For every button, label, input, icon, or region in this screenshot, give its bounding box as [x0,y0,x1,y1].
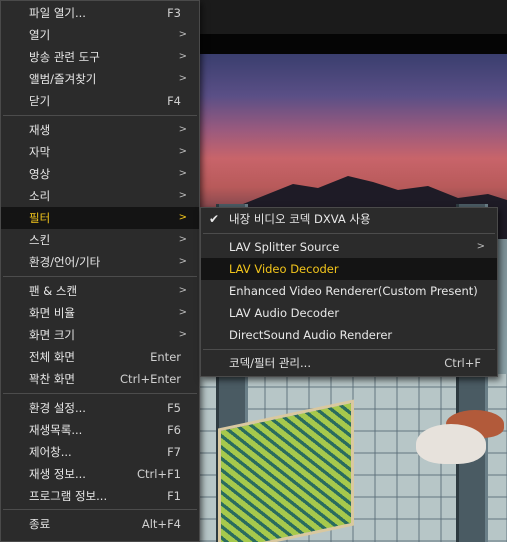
menu-item-audio[interactable]: 소리 > [1,185,199,207]
submenu-arrow-icon: > [178,51,187,62]
menu-item-label: 재생목록... [29,423,83,437]
menu-item-open[interactable]: 열기 > [1,24,199,46]
menu-item-label: 자막 [29,145,51,159]
menu-item-aspect-ratio[interactable]: 화면 비율 > [1,302,199,324]
menu-item-label: 앨범/즐겨찾기 [29,72,97,86]
submenu-item-lav-splitter[interactable]: LAV Splitter Source > [201,236,497,258]
submenu-arrow-icon: > [178,29,187,40]
submenu-arrow-icon: > [178,256,187,267]
checkmark-icon: ✔ [209,212,220,226]
menu-item-fullscreen[interactable]: 전체 화면 Enter [1,346,199,368]
menu-item-shortcut: F1 [167,489,181,503]
context-menu: 파일 열기... F3 열기 > 방송 관련 도구 > 앨범/즐겨찾기 > 닫기… [0,0,200,542]
menu-item-subtitles[interactable]: 자막 > [1,141,199,163]
menu-item-label: 스킨 [29,233,51,247]
submenu-arrow-icon: > [178,285,187,296]
menu-item-pan-scan[interactable]: 팬 & 스캔 > [1,280,199,302]
menu-separator [3,276,197,277]
submenu-arrow-icon: > [178,234,187,245]
submenu-arrow-icon: > [178,329,187,340]
menu-item-broadcast-tools[interactable]: 방송 관련 도구 > [1,46,199,68]
menu-item-shortcut: F4 [167,94,181,108]
menu-item-playback[interactable]: 재생 > [1,119,199,141]
submenu-item-dxva[interactable]: ✔ 내장 비디오 코덱 DXVA 사용 [201,208,497,230]
menu-item-shortcut: F7 [167,445,181,459]
menu-item-open-file[interactable]: 파일 열기... F3 [1,2,199,24]
menu-item-album-favorites[interactable]: 앨범/즐겨찾기 > [1,68,199,90]
menu-item-label: 파일 열기... [29,6,86,20]
menu-item-env-language[interactable]: 환경/언어/기타 > [1,251,199,273]
menu-item-label: 프로그램 정보... [29,489,108,503]
menu-item-label: 열기 [29,28,51,42]
menu-item-label: LAV Video Decoder [229,262,339,276]
filter-submenu: ✔ 내장 비디오 코덱 DXVA 사용 LAV Splitter Source … [200,207,498,377]
submenu-arrow-icon: > [178,146,187,157]
menu-item-exit[interactable]: 종료 Alt+F4 [1,513,199,535]
submenu-item-directsound[interactable]: DirectSound Audio Renderer [201,324,497,346]
menu-item-control-panel[interactable]: 제어창... F7 [1,441,199,463]
menu-item-shortcut: Ctrl+Enter [120,372,181,386]
menu-item-label: 화면 비율 [29,306,75,320]
menu-item-label: 화면 크기 [29,328,75,342]
submenu-arrow-icon: > [178,124,187,135]
menu-item-label: 영상 [29,167,51,181]
menu-item-playback-info[interactable]: 재생 정보... Ctrl+F1 [1,463,199,485]
menu-item-label: 방송 관련 도구 [29,50,100,64]
menu-item-label: 코덱/필터 관리... [229,356,311,370]
menu-item-shortcut: Enter [150,350,181,364]
menu-item-label: LAV Audio Decoder [229,306,340,320]
submenu-arrow-icon: > [178,212,187,223]
menu-item-label: 전체 화면 [29,350,75,364]
player-title-bar [198,0,507,34]
menu-item-label: 팬 & 스캔 [29,284,78,298]
submenu-arrow-icon: > [476,241,485,252]
menu-item-program-info[interactable]: 프로그램 정보... F1 [1,485,199,507]
video-character [416,424,486,464]
menu-separator [3,115,197,116]
menu-item-label: LAV Splitter Source [229,240,340,254]
menu-item-fill-screen[interactable]: 꽉찬 화면 Ctrl+Enter [1,368,199,390]
menu-item-playlist[interactable]: 재생목록... F6 [1,419,199,441]
menu-item-shortcut: Ctrl+F1 [136,467,181,481]
menu-item-label: 닫기 [29,94,51,108]
menu-item-shortcut: Ctrl+F [444,356,481,370]
player-letterbox [198,34,507,54]
menu-item-skin[interactable]: 스킨 > [1,229,199,251]
menu-item-label: 종료 [29,517,51,531]
menu-item-screen-size[interactable]: 화면 크기 > [1,324,199,346]
menu-item-label: 소리 [29,189,51,203]
menu-item-shortcut: F3 [167,6,181,20]
submenu-item-lav-audio[interactable]: LAV Audio Decoder [201,302,497,324]
submenu-arrow-icon: > [178,307,187,318]
menu-separator [3,393,197,394]
menu-separator [3,509,197,510]
menu-separator [203,349,495,350]
menu-item-label: Enhanced Video Renderer(Custom Present) [229,284,478,298]
submenu-arrow-icon: > [178,168,187,179]
menu-item-shortcut: F6 [167,423,181,437]
submenu-arrow-icon: > [178,73,187,84]
menu-item-label: 재생 [29,123,51,137]
submenu-arrow-icon: > [178,190,187,201]
submenu-item-lav-video[interactable]: LAV Video Decoder [201,258,497,280]
menu-item-filter[interactable]: 필터 > [1,207,199,229]
menu-item-video[interactable]: 영상 > [1,163,199,185]
menu-item-label: 재생 정보... [29,467,86,481]
menu-item-close[interactable]: 닫기 F4 [1,90,199,112]
menu-item-shortcut: F5 [167,401,181,415]
menu-item-preferences[interactable]: 환경 설정... F5 [1,397,199,419]
submenu-item-codec-manager[interactable]: 코덱/필터 관리... Ctrl+F [201,352,497,374]
menu-item-label: 환경 설정... [29,401,86,415]
menu-item-label: 필터 [29,211,51,225]
menu-item-label: DirectSound Audio Renderer [229,328,393,342]
submenu-item-evr[interactable]: Enhanced Video Renderer(Custom Present) [201,280,497,302]
menu-item-label: 꽉찬 화면 [29,372,75,386]
menu-item-label: 제어창... [29,445,72,459]
menu-item-label: 환경/언어/기타 [29,255,101,269]
menu-item-label: 내장 비디오 코덱 DXVA 사용 [229,212,371,226]
menu-item-shortcut: Alt+F4 [141,517,181,531]
menu-separator [203,233,495,234]
